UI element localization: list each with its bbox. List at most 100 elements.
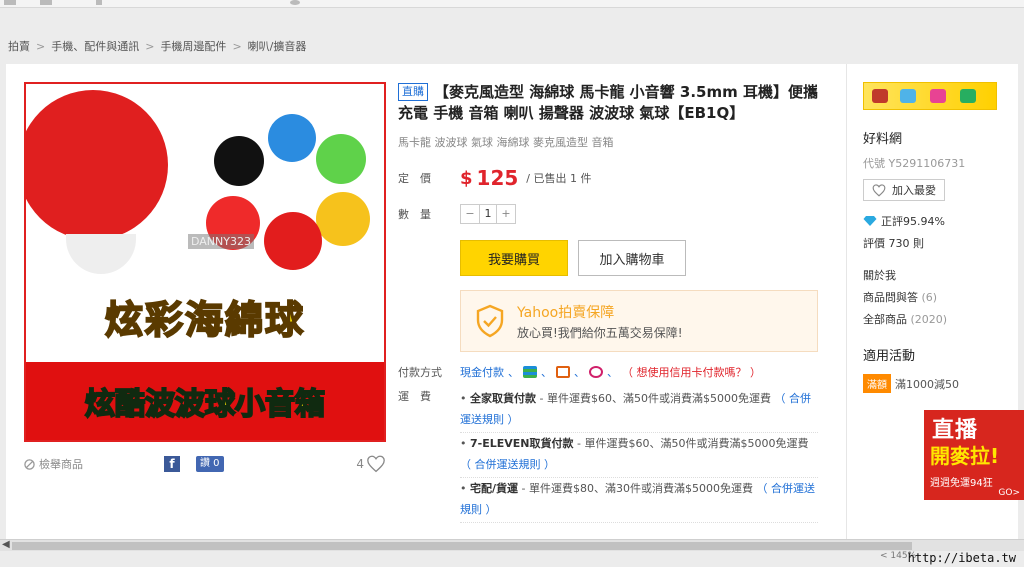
quantity-row: 數 量 − 1 + xyxy=(398,204,828,224)
shipping-desc: - 單件運費$60、滿50件或消費滿$5000免運費 xyxy=(573,437,809,450)
breadcrumb-item[interactable]: 手機、配件與通訊 xyxy=(51,38,139,54)
heart-icon xyxy=(367,455,385,473)
product-title-text: 【麥克風造型 海綿球 馬卡龍 小音響 3.5mm 耳機】便攜 充電 手機 音箱 … xyxy=(398,83,818,122)
qa-label: 商品問與答 xyxy=(863,291,918,304)
ban-icon xyxy=(24,458,35,470)
purchase-buttons: 我要購買 加入購物車 xyxy=(460,240,828,276)
payment-separator: 、 xyxy=(541,366,552,379)
breadcrumb-item[interactable]: 拍賣 xyxy=(8,38,30,54)
report-link[interactable]: 檢舉商品 xyxy=(24,456,83,472)
protection-box[interactable]: Yahoo拍賣保障 放心買!我們給你五萬交易保障! xyxy=(460,290,818,352)
seller-banner[interactable] xyxy=(863,82,997,110)
toolbar-icon xyxy=(96,0,102,5)
rating-text: 正評95.94% xyxy=(881,215,945,228)
price-row: 定 價 $ 125 / 已售出 1 件 xyxy=(398,166,828,190)
scroll-left-icon[interactable]: ◀ xyxy=(2,539,10,550)
red-ball-large xyxy=(26,90,168,240)
seven-eleven-icon xyxy=(556,366,570,378)
product-card: DANNY323 炫彩海綿球 炫酷波波球小音箱 檢舉商品 f 讚 0 4 直購【… xyxy=(6,64,1018,539)
protection-title: Yahoo拍賣保障 xyxy=(517,304,615,321)
tag-icon xyxy=(960,89,976,103)
seller-rating: 正評95.94% xyxy=(863,213,1018,229)
shipping-method: 宅配/貨運 xyxy=(470,482,519,495)
qa-link[interactable]: 商品問與答 (6) xyxy=(863,287,1018,309)
all-products-label: 全部商品 xyxy=(863,313,907,326)
facebook-share-button[interactable]: f xyxy=(164,456,180,472)
yellow-ball xyxy=(316,192,370,246)
cash-icon xyxy=(900,89,916,103)
seller-links: 關於我 商品問與答 (6) 全部商品 (2020) xyxy=(863,265,1018,331)
image-banner-bottom: 炫酷波波球小音箱 xyxy=(26,362,384,440)
image-actions: 檢舉商品 f 讚 0 4 xyxy=(24,455,386,473)
favorite-count: 4 xyxy=(356,457,364,471)
add-to-cart-button[interactable]: 加入購物車 xyxy=(578,240,686,276)
image-watermark: DANNY323 xyxy=(188,234,254,249)
payment-label: 付款方式 xyxy=(398,366,442,379)
blue-ball xyxy=(268,114,316,162)
payment-methods: 現金付款 、 、 、 、 （ 想使用信用卡付款嗎？ ） xyxy=(460,364,761,380)
product-subtitle: 馬卡龍 波波球 氣球 海綿球 麥克風造型 音箱 xyxy=(398,136,614,149)
payment-cash-link[interactable]: 現金付款 xyxy=(460,364,504,380)
shipping-desc: - 單件運費$80、滿30件或消費滿$5000免運費 xyxy=(518,482,753,495)
quantity-stepper: − 1 + xyxy=(460,204,516,224)
shipping-method: 全家取貨付款 xyxy=(470,392,536,405)
breadcrumb-separator: > xyxy=(36,39,46,53)
seller-code: 代號 Y5291106731 xyxy=(863,157,966,170)
payment-separator: 、 xyxy=(508,366,519,379)
shipping-row: 運 費 • 全家取貨付款 - 單件運費$60、滿50件或消費滿$5000免運費 … xyxy=(398,388,828,523)
breadcrumb-separator: > xyxy=(232,39,242,53)
credit-card-question-link[interactable]: （ 想使用信用卡付款嗎？ ） xyxy=(622,364,761,380)
breadcrumb-separator: > xyxy=(145,39,155,53)
payment-separator: 、 xyxy=(607,366,618,379)
rating-count[interactable]: 評價 730 則 xyxy=(863,235,1018,251)
quantity-input[interactable]: 1 xyxy=(479,205,497,223)
product-image[interactable]: DANNY323 炫彩海綿球 炫酷波波球小音箱 xyxy=(24,82,386,442)
shipping-item: • 宅配/貨運 - 單件運費$80、滿30件或消費滿$5000免運費 （ 合併運… xyxy=(460,478,818,523)
facebook-like-button[interactable]: 讚 0 xyxy=(196,456,224,472)
qa-count: (6) xyxy=(921,291,938,304)
activity-title: 適用活動 xyxy=(863,349,916,364)
payment-row: 付款方式 現金付款 、 、 、 、 （ 想使用信用卡付款嗎？ ） xyxy=(398,364,828,380)
all-products-link[interactable]: 全部商品 (2020) xyxy=(863,309,1018,331)
about-link[interactable]: 關於我 xyxy=(863,265,1018,287)
shipping-list: • 全家取貨付款 - 單件運費$60、滿50件或消費滿$5000免運費 （ 合併… xyxy=(460,388,818,523)
all-products-count: (2020) xyxy=(910,313,948,326)
ad-line3: 週週免運94狂 xyxy=(930,478,993,489)
ad-go: GO> xyxy=(998,488,1020,498)
price-value: 125 xyxy=(476,166,519,190)
red-ball-front xyxy=(264,212,322,270)
globe-icon xyxy=(290,0,300,5)
favorite-counter[interactable]: 4 xyxy=(356,455,386,473)
floating-ad[interactable]: 直播 開麥拉! 週週免運94狂 GO> xyxy=(924,410,1024,500)
shipping-item: • 7-ELEVEN取貨付款 - 單件運費$60、滿50件或消費滿$5000免運… xyxy=(460,433,818,478)
breadcrumb: 拍賣 > 手機、配件與通訊 > 手機周邊配件 > 喇叭/擴音器 xyxy=(8,38,306,54)
direct-buy-tag: 直購 xyxy=(398,83,428,101)
shipping-desc: - 單件運費$60、滿50件或消費滿$5000免運費 xyxy=(536,392,771,405)
breadcrumb-item[interactable]: 手機周邊配件 xyxy=(160,38,226,54)
price-label: 定 價 xyxy=(398,172,431,185)
sold-count: / 已售出 1 件 xyxy=(526,172,592,185)
shipping-label: 運 費 xyxy=(398,390,431,403)
quantity-plus-button[interactable]: + xyxy=(497,205,515,223)
add-favorite-label: 加入最愛 xyxy=(892,184,936,197)
bag-icon xyxy=(930,89,946,103)
shield-check-icon xyxy=(476,304,504,338)
heart-icon xyxy=(872,183,886,197)
ad-line2: 開麥拉! xyxy=(930,444,1000,468)
green-ball xyxy=(316,134,366,184)
product-info: 直購 【麥克風造型 海綿球 馬卡龍 小音響 3.5mm 耳機】便攜 充電 手機 音… xyxy=(398,82,828,523)
activity-item[interactable]: 滿額 滿1000減50 xyxy=(863,374,1018,393)
quantity-minus-button[interactable]: − xyxy=(461,205,479,223)
price-currency: $ xyxy=(460,167,473,189)
breadcrumb-item[interactable]: 喇叭/擴音器 xyxy=(248,38,307,54)
horizontal-scrollbar[interactable]: ◀ xyxy=(0,539,1024,551)
image-banner-text: 炫酷波波球小音箱 xyxy=(84,386,326,423)
shipping-rule-link[interactable]: （ 合併運送規則 ） xyxy=(460,458,555,471)
scrollbar-thumb[interactable] xyxy=(12,542,912,550)
add-favorite-button[interactable]: 加入最愛 xyxy=(863,179,945,201)
toolbar-icon xyxy=(4,0,16,5)
protection-desc: 放心買!我們給你五萬交易保障! xyxy=(517,325,683,340)
seller-name[interactable]: 好料網 xyxy=(863,128,1018,147)
buy-now-button[interactable]: 我要購買 xyxy=(460,240,568,276)
product-title: 直購 【麥克風造型 海綿球 馬卡龍 小音響 3.5mm 耳機】便攜 充電 手機 音… xyxy=(398,82,828,124)
